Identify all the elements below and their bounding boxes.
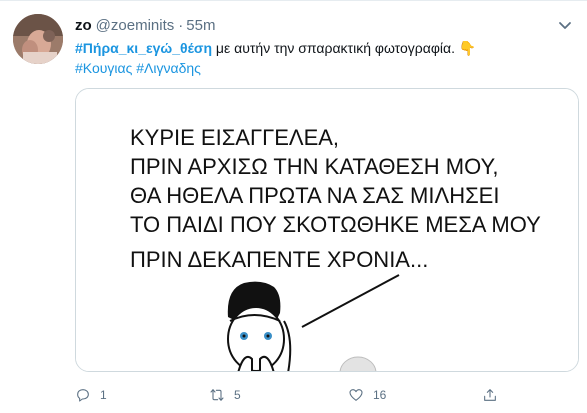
reply-count: 1 — [100, 388, 107, 402]
tweet-media-image[interactable]: ΚΥΡΙΕ ΕΙΣΑΓΓΕΛΕΑ, ΠΡΙΝ ΑΡΧΙΣΩ ΤΗΝ ΚΑΤΑΘΕ… — [75, 88, 579, 372]
hashtag-link[interactable]: #Λιγναδης — [136, 60, 201, 76]
timestamp[interactable]: 55m — [186, 17, 215, 34]
cartoon-image: ΚΥΡΙΕ ΕΙΣΑΓΓΕΛΕΑ, ΠΡΙΝ ΑΡΧΙΣΩ ΤΗΝ ΚΑΤΑΘΕ… — [76, 89, 578, 371]
share-icon — [484, 389, 496, 401]
tweet-text: #Πήρα_κι_εγώ_θέση με αυτήν την σπαρακτικ… — [75, 38, 575, 78]
display-name[interactable]: zo — [75, 17, 92, 34]
caption-line: ΚΥΡΙΕ ΕΙΣΑΓΓΕΛΕΑ, — [130, 125, 339, 150]
pointing-down-emoji: 👇 — [458, 40, 477, 56]
retweet-button[interactable]: 5 — [209, 381, 241, 409]
tweet[interactable]: zo @zoeminits · 55m #Πήρα_κι_εγώ_θέση με… — [0, 0, 587, 413]
avatar[interactable] — [13, 14, 63, 64]
tweet-body-text: με αυτήν την σπαρακτική φωτογραφία. — [212, 40, 459, 56]
heart-icon — [349, 389, 363, 401]
reply-button[interactable]: 1 — [75, 381, 107, 409]
reply-icon — [77, 389, 89, 402]
hashtag-link[interactable]: #Πήρα_κι_εγώ_θέση — [75, 40, 212, 56]
separator-dot: · — [178, 16, 184, 34]
tweet-header: zo @zoeminits · 55m — [75, 15, 215, 35]
like-button[interactable]: 16 — [348, 381, 386, 409]
caption-line: ΤΟ ΠΑΙΔΙ ΠΟΥ ΣΚΟΤΩΘΗΚΕ ΜΕΣΑ ΜΟΥ — [130, 212, 541, 237]
avatar-image — [13, 14, 63, 64]
like-count: 16 — [373, 388, 387, 402]
user-handle[interactable]: @zoeminits — [96, 17, 175, 34]
hashtag-link[interactable]: #Κουγιας — [75, 60, 132, 76]
caption-line: ΠΡΙΝ ΔΕΚΑΠΕΝΤΕ ΧΡΟΝΙΑ... — [130, 247, 428, 272]
tweet-actions: 1 5 16 — [75, 381, 579, 409]
caption-line: ΘΑ ΗΘΕΛΑ ΠΡΩΤΑ ΝΑ ΣΑΣ ΜΙΛΗΣΕΙ — [130, 183, 499, 208]
retweet-count: 5 — [234, 388, 241, 402]
share-button[interactable] — [482, 381, 507, 409]
caption-line: ΠΡΙΝ ΑΡΧΙΣΩ ΤΗΝ ΚΑΤΑΘΕΣΗ ΜΟΥ, — [130, 154, 499, 179]
retweet-icon — [210, 389, 224, 401]
more-options-caret-icon[interactable] — [555, 15, 575, 35]
